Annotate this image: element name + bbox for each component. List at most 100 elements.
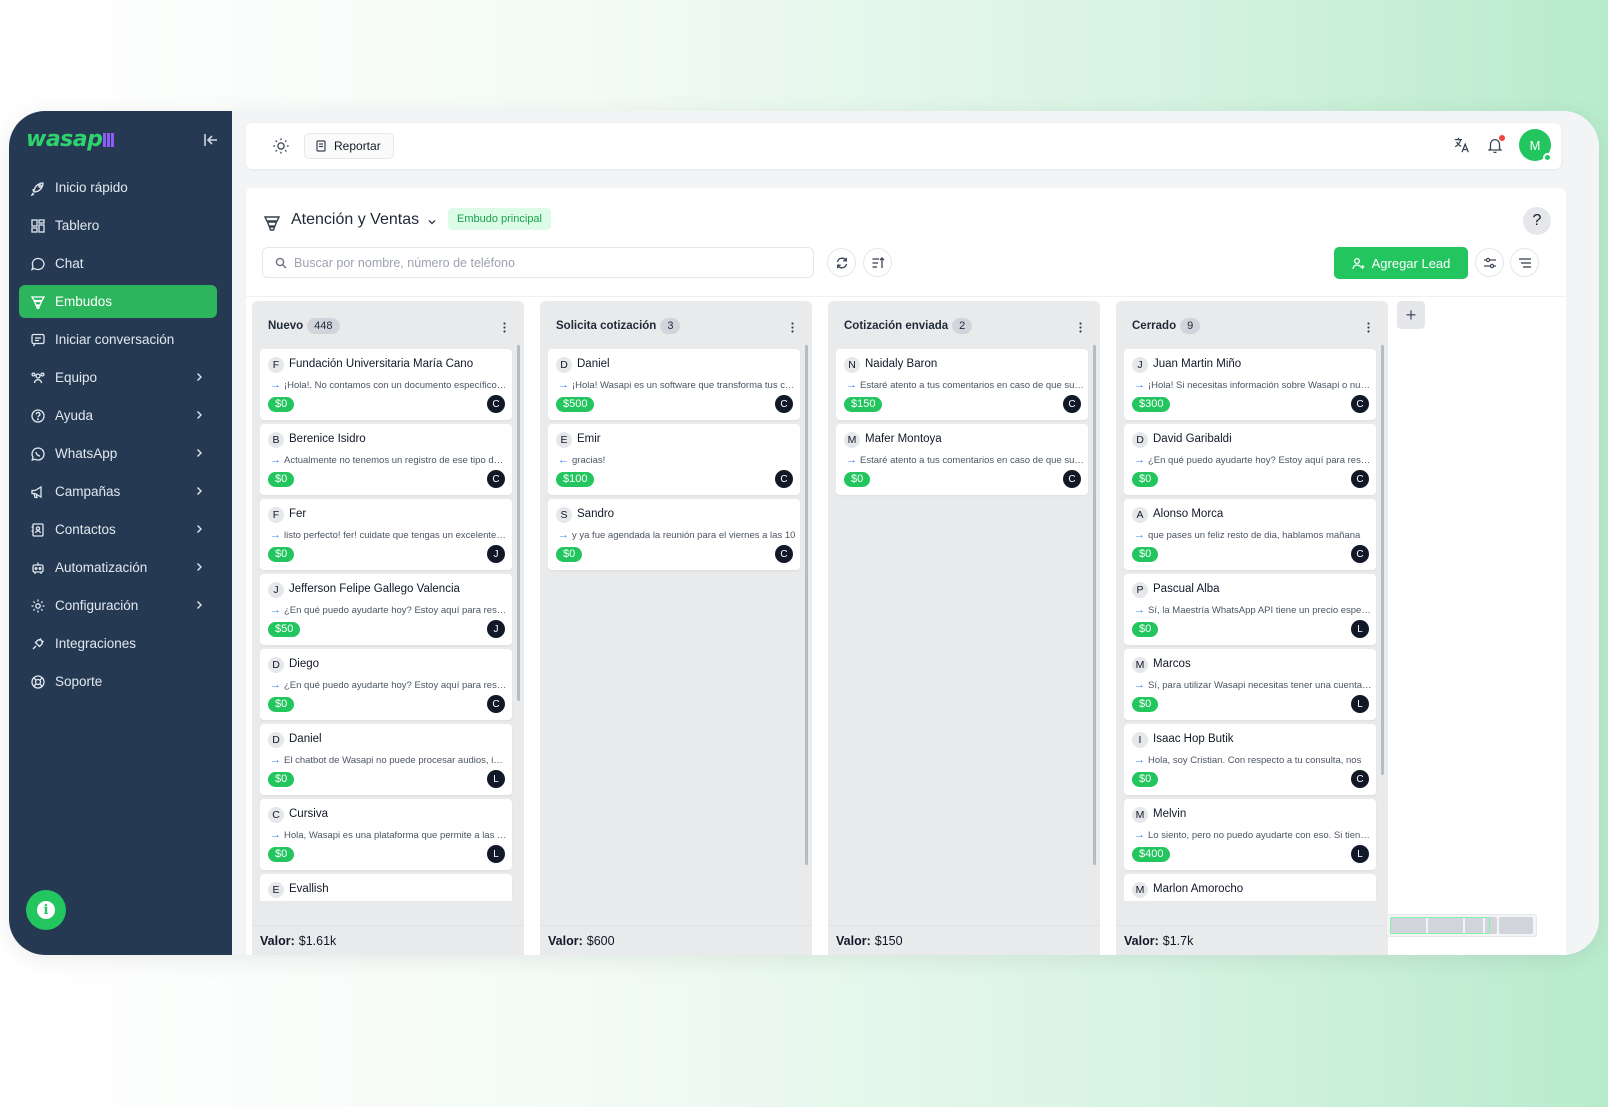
lead-avatar: E xyxy=(268,882,284,898)
assigned-agent-avatar[interactable]: C xyxy=(775,545,793,563)
column-scrollbar[interactable] xyxy=(517,345,520,701)
last-message: → Hola, soy Cristian. Con respecto a tu c… xyxy=(1134,754,1372,766)
assigned-agent-avatar[interactable]: L xyxy=(1351,695,1369,713)
assigned-agent-avatar[interactable]: L xyxy=(487,770,505,788)
chat-bubble-icon xyxy=(30,257,45,271)
column-scrollbar[interactable] xyxy=(1381,345,1384,775)
collapse-sidebar-icon[interactable] xyxy=(203,133,219,147)
sidebar-item-robot[interactable]: Automatización xyxy=(19,551,217,584)
lead-card[interactable]: I Isaac Hop Butik → Hola, soy Cristian. Con… xyxy=(1124,724,1376,795)
lead-card[interactable]: E Emir ← gracias! $100 C xyxy=(548,424,800,495)
last-message-text: ¡Hola!. No contamos con un documento esp… xyxy=(284,380,508,391)
sidebar-item-megaphone[interactable]: Campañas xyxy=(19,475,217,508)
lead-card[interactable]: A Alonso Morca → que pases un feliz resto d… xyxy=(1124,499,1376,570)
lead-card[interactable]: F Fundación Universitaria María Cano → ¡Hol… xyxy=(260,349,512,420)
lead-card[interactable]: D Daniel → El chatbot de Wasapi no puede pr… xyxy=(260,724,512,795)
column-title: Cotización enviada xyxy=(844,320,949,332)
menu-button[interactable] xyxy=(1510,248,1539,277)
assigned-agent-avatar[interactable]: J xyxy=(487,545,505,563)
message-direction-icon: → xyxy=(270,529,281,541)
minimap-viewport[interactable] xyxy=(1390,917,1490,934)
notifications-button[interactable] xyxy=(1486,135,1505,154)
assigned-agent-avatar[interactable]: C xyxy=(1351,470,1369,488)
sidebar-item-dashboard[interactable]: Tablero xyxy=(19,209,217,242)
add-column-button[interactable]: + xyxy=(1397,301,1425,329)
sort-button[interactable] xyxy=(863,248,892,277)
app-logo[interactable]: wasap xyxy=(26,127,116,152)
assigned-agent-avatar[interactable]: L xyxy=(487,845,505,863)
sidebar-item-whatsapp[interactable]: WhatsApp xyxy=(19,437,217,470)
chevron-down-icon[interactable] xyxy=(427,217,437,227)
more-vertical-icon[interactable] xyxy=(1079,322,1082,333)
info-button[interactable]: i xyxy=(26,890,66,930)
lead-card[interactable]: N Naidaly Baron → Estaré atento a tus comen… xyxy=(836,349,1088,420)
search-input[interactable] xyxy=(294,255,794,270)
help-button[interactable]: ? xyxy=(1523,207,1551,235)
lead-card[interactable]: E Evallish xyxy=(260,874,512,901)
board-minimap[interactable] xyxy=(1386,914,1537,937)
column-cards: N Naidaly Baron → Estaré atento a tus comen… xyxy=(836,349,1090,901)
theme-toggle-sun-icon[interactable] xyxy=(272,137,290,155)
assigned-agent-avatar[interactable]: C xyxy=(1351,395,1369,413)
lead-card[interactable]: M Melvin → Lo siento, pero no puedo ayudart… xyxy=(1124,799,1376,870)
lead-card[interactable]: B Berenice Isidro → Actualmente no tenemos … xyxy=(260,424,512,495)
assigned-agent-avatar[interactable]: C xyxy=(1351,770,1369,788)
message-direction-icon: → xyxy=(846,379,857,391)
user-avatar[interactable]: M xyxy=(1519,129,1552,162)
lead-card[interactable]: C Cursiva → Hola, Wasapi es una plataforma … xyxy=(260,799,512,870)
more-vertical-icon[interactable] xyxy=(791,322,794,333)
assigned-agent-avatar[interactable]: C xyxy=(775,470,793,488)
sidebar-item-lifebuoy[interactable]: Soporte xyxy=(19,665,217,698)
more-vertical-icon[interactable] xyxy=(503,322,506,333)
sidebar-item-contacts[interactable]: Contactos xyxy=(19,513,217,546)
column-scrollbar[interactable] xyxy=(805,345,808,865)
sidebar-item-message-plus[interactable]: Iniciar conversación xyxy=(19,323,217,356)
sidebar-item-gear[interactable]: Configuración xyxy=(19,589,217,622)
last-message: → ¿En qué puedo ayudarte hoy? Estoy aquí … xyxy=(270,604,508,616)
sidebar-item-plug[interactable]: Integraciones xyxy=(19,627,217,660)
refresh-button[interactable] xyxy=(827,248,856,277)
message-direction-icon: → xyxy=(558,379,569,391)
lead-avatar: F xyxy=(268,507,284,523)
funnel-selector[interactable]: Atención y Ventas xyxy=(291,211,419,229)
last-message: → Actualmente no tenemos un registro de e… xyxy=(270,454,508,466)
translate-icon[interactable] xyxy=(1453,136,1471,154)
lead-card[interactable]: M Marlon Amorocho xyxy=(1124,874,1376,901)
message-direction-icon: → xyxy=(270,754,281,766)
sidebar-item-team[interactable]: Equipo xyxy=(19,361,217,394)
assigned-agent-avatar[interactable]: C xyxy=(487,695,505,713)
search-field[interactable] xyxy=(262,247,814,278)
assigned-agent-avatar[interactable]: L xyxy=(1351,620,1369,638)
column-scrollbar[interactable] xyxy=(1093,345,1096,865)
lead-value-badge: $0 xyxy=(268,772,295,787)
assigned-agent-avatar[interactable]: C xyxy=(487,470,505,488)
assigned-agent-avatar[interactable]: L xyxy=(1351,845,1369,863)
assigned-agent-avatar[interactable]: C xyxy=(1063,470,1081,488)
assigned-agent-avatar[interactable]: C xyxy=(487,395,505,413)
sidebar-item-help-circle[interactable]: Ayuda xyxy=(19,399,217,432)
sidebar-item-chat-bubble[interactable]: Chat xyxy=(19,247,217,280)
lead-card[interactable]: S Sandro → y ya fue agendada la reunión par… xyxy=(548,499,800,570)
lead-card[interactable]: M Mafer Montoya → Estaré atento a tus comen… xyxy=(836,424,1088,495)
lead-card[interactable]: J Jefferson Felipe Gallego Valencia → ¿En q… xyxy=(260,574,512,645)
report-button[interactable]: Reportar xyxy=(304,133,394,159)
lead-card[interactable]: D David Garibaldi → ¿En qué puedo ayudarte … xyxy=(1124,424,1376,495)
more-vertical-icon[interactable] xyxy=(1367,322,1370,333)
lead-card[interactable]: F Fer → listo perfecto! fer! cuidate que te… xyxy=(260,499,512,570)
last-message: → que pases un feliz resto de dia, hablam… xyxy=(1134,529,1372,541)
assigned-agent-avatar[interactable]: C xyxy=(1063,395,1081,413)
last-message: → ¿En qué puedo ayudarte hoy? Estoy aquí … xyxy=(1134,454,1372,466)
lead-card[interactable]: D Diego → ¿En qué puedo ayudarte hoy? Estoy… xyxy=(260,649,512,720)
assigned-agent-avatar[interactable]: J xyxy=(487,620,505,638)
lead-card[interactable]: J Juan Martin Miño → ¡Hola! Si necesitas in… xyxy=(1124,349,1376,420)
assigned-agent-avatar[interactable]: C xyxy=(775,395,793,413)
lead-card[interactable]: D Daniel → ¡Hola! Wasapi es un software que… xyxy=(548,349,800,420)
filters-button[interactable] xyxy=(1475,248,1504,277)
robot-icon xyxy=(32,562,44,574)
sidebar-item-rocket[interactable]: Inicio rápido xyxy=(19,171,217,204)
assigned-agent-avatar[interactable]: C xyxy=(1351,545,1369,563)
sidebar-item-funnel[interactable]: Embudos xyxy=(19,285,217,318)
lead-card[interactable]: M Marcos → Sí, para utilizar Wasapi necesit… xyxy=(1124,649,1376,720)
lead-card[interactable]: P Pascual Alba → Sí, la Maestría WhatsApp A… xyxy=(1124,574,1376,645)
add-lead-button[interactable]: Agregar Lead xyxy=(1334,247,1468,279)
